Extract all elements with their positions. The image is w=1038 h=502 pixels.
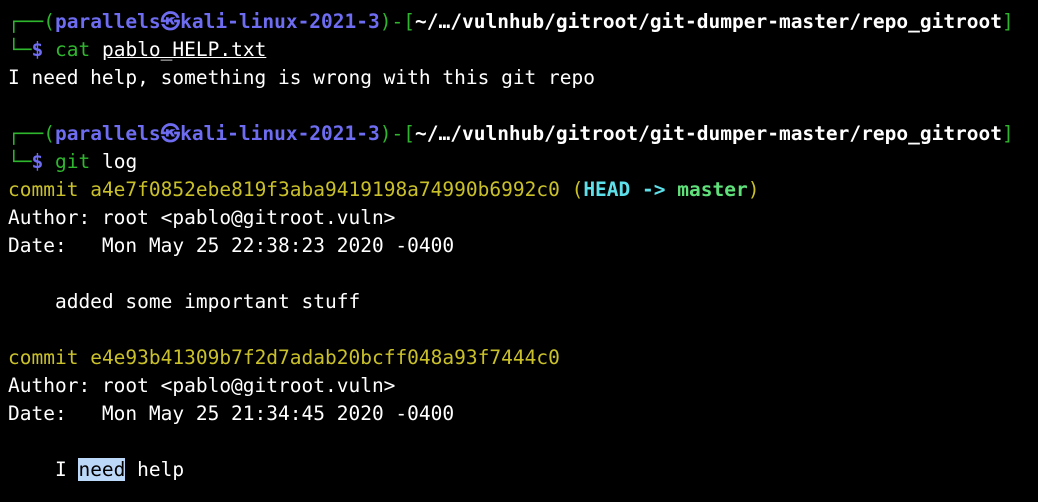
- prompt-close-paren: ): [379, 122, 392, 145]
- prompt-user: parallels: [54, 122, 161, 145]
- prompt-dollar: $: [31, 38, 44, 61]
- command-argument: log: [101, 150, 138, 173]
- prompt-open-paren: (: [43, 10, 55, 33]
- prompt-corner-top: ┌──: [8, 10, 44, 33]
- prompt-close-paren: ): [379, 10, 392, 33]
- commit-author: Author: root <pablo@gitroot.vuln>: [8, 374, 396, 397]
- prompt-line-top: ┌──(parallels㉿kali-linux-2021-3)-[~/…/vu…: [8, 120, 1038, 148]
- commit-message: I need help: [8, 456, 1038, 484]
- commit-message-prefix: I: [8, 458, 79, 481]
- cat-output: I need help, something is wrong with thi…: [8, 66, 595, 89]
- skull-icon: ㉿: [160, 122, 181, 145]
- prompt-corner-bottom: └─: [8, 150, 32, 173]
- skull-icon: ㉿: [160, 10, 181, 33]
- commit-message: added some important stuff: [8, 290, 361, 313]
- text-selection[interactable]: need: [78, 458, 126, 481]
- command-argument-file[interactable]: pablo_HELP.txt: [102, 38, 266, 61]
- commit-hash: a4e7f0852ebe819f3aba9419198a74990b6992c0: [90, 178, 560, 201]
- prompt-path: ~/…/vulnhub/gitroot/git-dumper-master/re…: [415, 122, 1003, 145]
- ref-arrow: ->: [642, 178, 666, 201]
- prompt-user: parallels: [54, 10, 161, 33]
- prompt-dollar: $: [31, 150, 44, 173]
- prompt-open-bracket: [: [403, 10, 416, 33]
- terminal-window[interactable]: ┌──(parallels㉿kali-linux-2021-3)-[~/…/vu…: [0, 0, 1038, 502]
- commit-hash: e4e93b41309b7f2d7adab20bcff048a93f7444c0: [90, 346, 560, 369]
- command-name: cat: [54, 38, 91, 61]
- commit-line: commit a4e7f0852ebe819f3aba9419198a74990…: [8, 176, 1038, 204]
- prompt-line-command: └─$ cat pablo_HELP.txt: [8, 36, 1038, 64]
- prompt-line-command: └─$ git log: [8, 148, 1038, 176]
- prompt-host: kali-linux-2021-3: [180, 10, 380, 33]
- commit-label: commit: [8, 178, 79, 201]
- prompt-host: kali-linux-2021-3: [180, 122, 380, 145]
- prompt-path: ~/…/vulnhub/gitroot/git-dumper-master/re…: [415, 10, 1003, 33]
- prompt-close-bracket: ]: [1002, 10, 1014, 33]
- prompt-dash: -: [391, 10, 404, 33]
- prompt-line-top: ┌──(parallels㉿kali-linux-2021-3)-[~/…/vu…: [8, 8, 1038, 36]
- head-ref: HEAD: [583, 178, 631, 201]
- branch-ref: master: [677, 178, 748, 201]
- commit-author: Author: root <pablo@gitroot.vuln>: [8, 206, 396, 229]
- commit-line: commit e4e93b41309b7f2d7adab20bcff048a93…: [8, 344, 1038, 372]
- prompt-dash: -: [391, 122, 404, 145]
- ref-open-paren: (: [571, 178, 584, 201]
- commit-date: Date: Mon May 25 21:34:45 2020 -0400: [8, 402, 455, 425]
- prompt-corner-bottom: └─: [8, 38, 32, 61]
- commit-message-suffix: help: [125, 458, 185, 481]
- prompt-corner-top: ┌──: [8, 122, 44, 145]
- prompt-open-bracket: [: [403, 122, 416, 145]
- ref-close-paren: ): [747, 178, 760, 201]
- command-name: git: [54, 150, 91, 173]
- commit-date: Date: Mon May 25 22:38:23 2020 -0400: [8, 234, 455, 257]
- prompt-close-bracket: ]: [1002, 122, 1014, 145]
- prompt-open-paren: (: [43, 122, 55, 145]
- commit-label: commit: [8, 346, 79, 369]
